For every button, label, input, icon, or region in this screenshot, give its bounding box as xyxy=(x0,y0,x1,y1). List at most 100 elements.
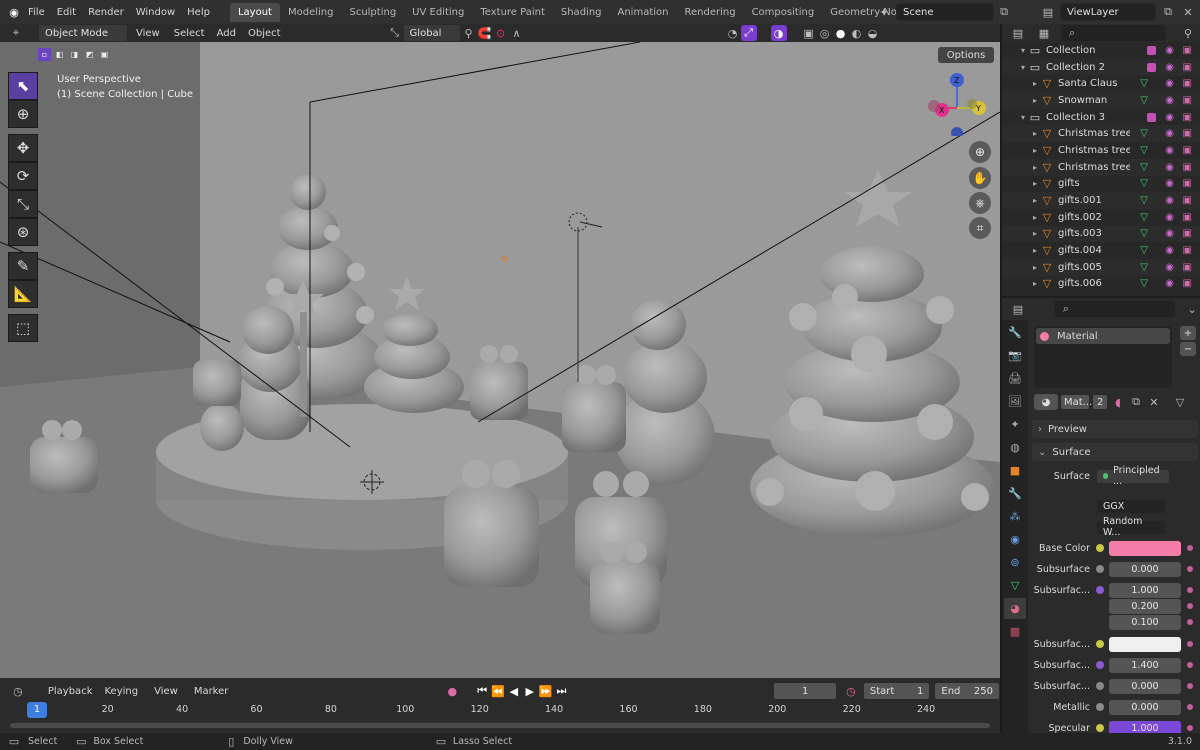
outliner-row[interactable]: ▸▽Christmas tree 2▽◉▣ xyxy=(1002,142,1200,159)
surface-shader-selector[interactable]: Principled ... xyxy=(1096,465,1170,487)
expand-arrow-icon[interactable]: ▾ xyxy=(1018,46,1028,55)
menu-marker[interactable]: Marker xyxy=(186,686,237,697)
socket-icon[interactable] xyxy=(1096,586,1104,594)
world-tab-icon[interactable]: ◍ xyxy=(1004,437,1026,458)
outliner-row[interactable]: ▸ ▽ gifts.005 ▽ ◉ ▣ xyxy=(1002,258,1200,276)
socket-icon[interactable] xyxy=(1096,544,1104,552)
add-cube-tool-icon[interactable]: ⬚ xyxy=(8,314,38,342)
expand-arrow-icon[interactable]: ▸ xyxy=(1030,229,1040,238)
render-camera-icon[interactable]: ▣ xyxy=(1183,95,1192,106)
expand-arrow-icon[interactable]: ▸ xyxy=(1030,263,1040,272)
add-slot-button[interactable]: + xyxy=(1180,326,1196,340)
visibility-icon[interactable]: ◔ xyxy=(725,25,741,41)
menu-file[interactable]: File xyxy=(22,7,51,18)
material-users-count[interactable]: 2 xyxy=(1092,394,1108,410)
menu-keying[interactable]: Keying xyxy=(96,686,146,697)
expand-arrow-icon[interactable]: ▸ xyxy=(1030,279,1040,288)
keyframe-dot-icon[interactable] xyxy=(1187,566,1193,572)
pivot-icon[interactable]: ⚲ xyxy=(461,25,477,41)
expand-arrow-icon[interactable]: ▸ xyxy=(1030,163,1040,172)
new-scene-icon[interactable]: ⧉ xyxy=(996,4,1012,20)
remove-slot-button[interactable]: − xyxy=(1180,342,1196,356)
exclude-checkbox[interactable] xyxy=(1147,62,1156,72)
keyframe-dot-icon[interactable] xyxy=(1187,704,1193,710)
value-field[interactable]: 0.000 xyxy=(1109,699,1181,715)
timeline-scrollbar[interactable] xyxy=(10,723,990,728)
value-field[interactable]: 1.400 xyxy=(1109,657,1181,673)
rotate-tool-icon[interactable]: ⟳ xyxy=(8,162,38,190)
select-intersect-icon[interactable]: ▣ xyxy=(98,48,111,61)
color-swatch[interactable] xyxy=(1109,636,1181,652)
preview-panel-header[interactable]: › Preview xyxy=(1032,420,1198,438)
eye-icon[interactable]: ◉ xyxy=(1165,162,1174,173)
expand-arrow-icon[interactable]: ▾ xyxy=(1018,113,1028,122)
shading-rendered-icon[interactable]: ◒ xyxy=(865,25,881,41)
editor-type-icon[interactable]: ⌖ xyxy=(8,25,24,41)
vp-menu-view[interactable]: View xyxy=(128,28,168,39)
outliner-row[interactable]: ▸▽Christmas tree 1▽◉▣ xyxy=(1002,125,1200,143)
menu-render[interactable]: Render xyxy=(82,7,130,18)
menu-playback[interactable]: Playback xyxy=(44,686,97,697)
scale-tool-icon[interactable]: ⤡ xyxy=(8,190,38,218)
subsurface-method-selector[interactable]: Random W... xyxy=(1096,516,1166,538)
texture-tab-icon[interactable]: ▩ xyxy=(1004,621,1026,642)
render-camera-icon[interactable]: ▣ xyxy=(1183,178,1192,189)
expand-arrow-icon[interactable]: ▸ xyxy=(1030,79,1040,88)
constraints-tab-icon[interactable]: ⊚ xyxy=(1004,552,1026,573)
options-button[interactable]: Options xyxy=(938,47,994,63)
tab-uv-editing[interactable]: UV Editing xyxy=(404,3,472,22)
jump-end-icon[interactable]: ⏭ xyxy=(554,683,570,699)
particles-tab-icon[interactable]: ⁂ xyxy=(1004,506,1026,527)
render-camera-icon[interactable]: ▣ xyxy=(1183,245,1192,256)
exclude-checkbox[interactable] xyxy=(1147,112,1156,122)
tab-animation[interactable]: Animation xyxy=(610,3,677,22)
scene-tab-icon[interactable]: ✦ xyxy=(1004,414,1026,435)
expand-arrow-icon[interactable]: ▸ xyxy=(1030,146,1040,155)
expand-arrow-icon[interactable]: ▸ xyxy=(1030,196,1040,205)
select-box-tool-icon[interactable]: ⬉ xyxy=(8,72,38,100)
material-name-field[interactable]: Mat... xyxy=(1060,394,1092,410)
eye-icon[interactable]: ◉ xyxy=(1165,95,1174,106)
blender-logo-icon[interactable]: ◉ xyxy=(6,4,22,20)
unlink-material-icon[interactable]: ✕ xyxy=(1146,394,1162,410)
new-viewlayer-icon[interactable]: ⧉ xyxy=(1160,4,1176,20)
shading-solid-icon[interactable]: ● xyxy=(833,25,849,41)
render-camera-icon[interactable]: ▣ xyxy=(1183,128,1192,139)
navigation-gizmo[interactable]: Z Y X xyxy=(926,72,990,139)
eye-icon[interactable]: ◉ xyxy=(1165,245,1174,256)
outliner-row[interactable]: ▸ ▽ gifts.003 ▽ ◉ ▣ xyxy=(1002,225,1200,243)
outliner-row[interactable]: ▸ ▽ gifts.002 ▽ ◉ ▣ xyxy=(1002,209,1200,226)
keyframe-dot-icon[interactable] xyxy=(1187,545,1193,551)
keyframe-dot-icon[interactable] xyxy=(1187,587,1193,593)
eye-icon[interactable]: ◉ xyxy=(1165,112,1174,123)
outliner-row[interactable]: ▸ ▽ gifts ▽ ◉ ▣ xyxy=(1002,176,1200,193)
perspective-toggle-icon[interactable]: ⌗ xyxy=(969,217,991,239)
outliner-row[interactable]: ▸ ▽ Snowman ▽ ◉ ▣ xyxy=(1002,92,1200,109)
cursor-tool-icon[interactable]: ⊕ xyxy=(8,100,38,128)
link-data-icon[interactable]: ▽ xyxy=(1172,394,1188,410)
preview-range-icon[interactable]: ◷ xyxy=(843,683,859,699)
render-camera-icon[interactable]: ▣ xyxy=(1183,228,1192,239)
tab-compositing[interactable]: Compositing xyxy=(744,3,823,22)
socket-icon[interactable] xyxy=(1096,661,1104,669)
outliner-row[interactable]: ▸▽Christmas tree 3▽◉▣ xyxy=(1002,158,1200,176)
eye-icon[interactable]: ◉ xyxy=(1165,178,1174,189)
eye-icon[interactable]: ◉ xyxy=(1165,262,1174,273)
render-camera-icon[interactable]: ▣ xyxy=(1183,112,1192,123)
current-frame-field[interactable]: 1 xyxy=(773,682,837,700)
outliner-row[interactable]: ▸ ▽ gifts.004 ▽ ◉ ▣ xyxy=(1002,242,1200,259)
gizmo-toggle-icon[interactable]: ⤢ xyxy=(740,25,757,41)
socket-icon[interactable] xyxy=(1096,640,1104,648)
socket-icon[interactable] xyxy=(1096,724,1104,732)
tab-shading[interactable]: Shading xyxy=(553,3,610,22)
jump-keyframe-back-icon[interactable]: ⏪ xyxy=(490,683,506,699)
keyframe-dot-icon[interactable] xyxy=(1187,619,1193,625)
keyframe-dot-icon[interactable] xyxy=(1187,603,1193,609)
value-field[interactable]: 0.200 xyxy=(1109,598,1181,614)
frame-ruler[interactable]: 1 20 40 60 80 100 120 140 160 180 200 220 240 xyxy=(0,700,1000,724)
tab-modeling[interactable]: Modeling xyxy=(280,3,342,22)
remove-viewlayer-icon[interactable]: ✕ xyxy=(1180,4,1196,20)
zoom-icon[interactable]: ⊕ xyxy=(969,141,991,163)
data-tab-icon[interactable]: ▽ xyxy=(1004,575,1026,596)
3d-viewport[interactable]: ▫ ◧ ◨ ◩ ▣ Options User Perspective (1) S… xyxy=(0,42,1000,678)
